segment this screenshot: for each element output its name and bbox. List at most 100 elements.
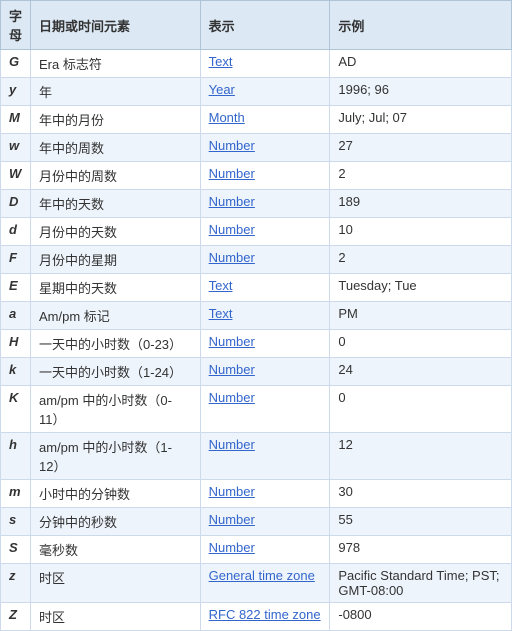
cell-type[interactable]: Text — [200, 274, 330, 302]
cell-type[interactable]: Number — [200, 508, 330, 536]
cell-type[interactable]: RFC 822 time zone — [200, 603, 330, 631]
type-link[interactable]: Number — [209, 166, 255, 181]
cell-type[interactable]: Number — [200, 134, 330, 162]
header-desc: 日期或时间元素 — [31, 1, 201, 50]
type-link[interactable]: Number — [209, 390, 255, 405]
cell-char: a — [1, 302, 31, 330]
cell-char: W — [1, 162, 31, 190]
cell-type[interactable]: Number — [200, 480, 330, 508]
cell-char: E — [1, 274, 31, 302]
cell-type[interactable]: Number — [200, 218, 330, 246]
cell-char: M — [1, 106, 31, 134]
cell-type[interactable]: Number — [200, 358, 330, 386]
type-link[interactable]: Number — [209, 194, 255, 209]
cell-char: Z — [1, 603, 31, 631]
table-row: GEra 标志符TextAD — [1, 50, 512, 78]
table-row: M年中的月份 Month July; Jul; 07 — [1, 106, 512, 134]
header-char: 字母 — [1, 1, 31, 50]
table-row: H一天中的小时数（0-23）Number0 — [1, 330, 512, 358]
cell-type[interactable]: Number — [200, 433, 330, 480]
cell-type[interactable]: General time zone — [200, 564, 330, 603]
cell-example: Pacific Standard Time; PST; GMT-08:00 — [330, 564, 512, 603]
type-link[interactable]: Number — [209, 334, 255, 349]
cell-type[interactable]: Number — [200, 386, 330, 433]
table-row: s分钟中的秒数Number55 — [1, 508, 512, 536]
cell-desc: am/pm 中的小时数（0-11） — [31, 386, 201, 433]
cell-desc: 一天中的小时数（1-24） — [31, 358, 201, 386]
type-link[interactable]: Number — [209, 540, 255, 555]
cell-example: 55 — [330, 508, 512, 536]
table-header: 字母 日期或时间元素 表示 示例 — [1, 1, 512, 50]
cell-char: H — [1, 330, 31, 358]
cell-desc: Am/pm 标记 — [31, 302, 201, 330]
header-example: 示例 — [330, 1, 512, 50]
type-link[interactable]: Number — [209, 512, 255, 527]
cell-type[interactable]: Year — [200, 78, 330, 106]
cell-char: h — [1, 433, 31, 480]
cell-desc: 星期中的天数 — [31, 274, 201, 302]
cell-desc: 年中的月份 — [31, 106, 201, 134]
cell-type[interactable]: Number — [200, 190, 330, 218]
table-row: D年中的天数 Number 189 — [1, 190, 512, 218]
cell-example: 24 — [330, 358, 512, 386]
table-row: S毫秒数 Number 978 — [1, 536, 512, 564]
cell-char: m — [1, 480, 31, 508]
cell-desc: 年中的天数 — [31, 190, 201, 218]
cell-example: AD — [330, 50, 512, 78]
cell-type[interactable]: Number — [200, 536, 330, 564]
type-link[interactable]: Number — [209, 362, 255, 377]
cell-example: 27 — [330, 134, 512, 162]
cell-example: 189 — [330, 190, 512, 218]
table-row: W月份中的周数 Number 2 — [1, 162, 512, 190]
table-row: d月份中的天数Number10 — [1, 218, 512, 246]
cell-desc: am/pm 中的小时数（1-12） — [31, 433, 201, 480]
datetime-table: 字母 日期或时间元素 表示 示例 GEra 标志符TextADy年Year199… — [0, 0, 512, 631]
type-link[interactable]: RFC 822 time zone — [209, 607, 321, 622]
type-link[interactable]: Number — [209, 484, 255, 499]
table-row: m小时中的分钟数Number30 — [1, 480, 512, 508]
cell-example: 12 — [330, 433, 512, 480]
cell-desc: 时区 — [31, 564, 201, 603]
table-row: ham/pm 中的小时数（1-12） Number 12 — [1, 433, 512, 480]
type-link[interactable]: Number — [209, 437, 255, 452]
type-link[interactable]: Text — [209, 306, 233, 321]
type-link[interactable]: Year — [209, 82, 235, 97]
cell-example: 978 — [330, 536, 512, 564]
cell-char: z — [1, 564, 31, 603]
cell-char: w — [1, 134, 31, 162]
cell-char: F — [1, 246, 31, 274]
cell-desc: 年中的周数 — [31, 134, 201, 162]
table-row: w年中的周数 Number 27 — [1, 134, 512, 162]
type-link[interactable]: Text — [209, 54, 233, 69]
cell-type[interactable]: Text — [200, 302, 330, 330]
cell-example: 2 — [330, 162, 512, 190]
cell-char: s — [1, 508, 31, 536]
cell-type[interactable]: Number — [200, 246, 330, 274]
table-row: aAm/pm 标记TextPM — [1, 302, 512, 330]
cell-char: D — [1, 190, 31, 218]
cell-char: K — [1, 386, 31, 433]
type-link[interactable]: Number — [209, 222, 255, 237]
cell-type[interactable]: Text — [200, 50, 330, 78]
type-link[interactable]: General time zone — [209, 568, 315, 583]
cell-example: Tuesday; Tue — [330, 274, 512, 302]
cell-desc: 时区 — [31, 603, 201, 631]
type-link[interactable]: Text — [209, 278, 233, 293]
table-row: F月份中的星期Number2 — [1, 246, 512, 274]
cell-desc: 月份中的周数 — [31, 162, 201, 190]
cell-example: July; Jul; 07 — [330, 106, 512, 134]
cell-example: 30 — [330, 480, 512, 508]
cell-type[interactable]: Number — [200, 330, 330, 358]
table-row: z时区 General time zone Pacific Standard Tim… — [1, 564, 512, 603]
type-link[interactable]: Month — [209, 110, 245, 125]
cell-example: 0 — [330, 386, 512, 433]
type-link[interactable]: Number — [209, 250, 255, 265]
cell-type[interactable]: Number — [200, 162, 330, 190]
cell-char: S — [1, 536, 31, 564]
cell-desc: 年 — [31, 78, 201, 106]
header-type: 表示 — [200, 1, 330, 50]
cell-desc: 毫秒数 — [31, 536, 201, 564]
cell-type[interactable]: Month — [200, 106, 330, 134]
table-row: E星期中的天数 Text Tuesday; Tue — [1, 274, 512, 302]
type-link[interactable]: Number — [209, 138, 255, 153]
